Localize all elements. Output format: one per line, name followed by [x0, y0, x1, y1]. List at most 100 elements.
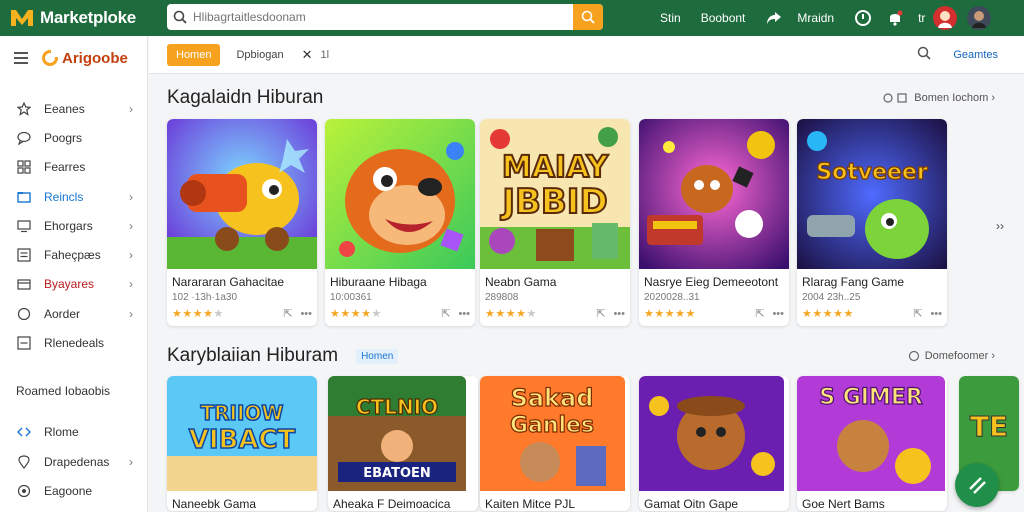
star-icon: ★	[685, 308, 696, 320]
user-avatar[interactable]	[967, 6, 992, 30]
settings-icon	[16, 483, 32, 499]
game-card[interactable]: Sakad Ganles Kaiten Mitce PJL	[480, 376, 630, 511]
top-bar: Marketploke Stin Boobont Mraidn tr	[0, 0, 1024, 36]
sidebar-item-label: Byayares	[44, 277, 95, 292]
chevron-right-icon: ›	[129, 189, 133, 204]
star-icon: ★	[802, 308, 813, 320]
sidebar-brand-icon	[42, 50, 58, 66]
sidebar-item-fahecpaes[interactable]: Faheçpæs ›	[0, 240, 147, 269]
game-card[interactable]: Narararan Gahacitae 102 ·13h·1a30 ★★★★★ …	[167, 119, 317, 326]
card-footer: ★★★★★ ⇱ •••	[480, 303, 630, 326]
star-icon: ★	[675, 308, 686, 320]
more-icon[interactable]: •••	[300, 308, 312, 320]
carousel-next-button[interactable]: ››	[996, 219, 1004, 233]
sidebar-item-aorder[interactable]: Aorder ›	[0, 299, 147, 328]
hamburger-icon[interactable]	[14, 49, 28, 67]
share-card-icon[interactable]: ⇱	[441, 307, 450, 320]
folder-icon	[16, 189, 32, 205]
card-title: Gamat Oitn Gape	[644, 497, 739, 511]
search-icon[interactable]	[917, 46, 931, 65]
top-link-tr[interactable]: tr	[918, 11, 925, 25]
search-input[interactable]	[193, 4, 573, 30]
top-link-boobont[interactable]: Boobont	[701, 11, 746, 25]
game-card[interactable]: Gamat Oitn Gape	[639, 376, 789, 511]
section-badge[interactable]: Homen	[356, 348, 399, 364]
more-icon[interactable]: •••	[458, 308, 470, 320]
section-more-label: Bomen Iochom ›	[914, 92, 995, 104]
sidebar-item-byayares[interactable]: Byayares ›	[0, 270, 147, 299]
game-card[interactable]: Sotveeer Rlarag Fang Game 2004 23h..25 ★…	[797, 119, 947, 326]
sidebar-item-label: Faheçpæs	[44, 248, 101, 263]
sidebar-item-ehorgars[interactable]: Ehorgars ›	[0, 211, 147, 240]
game-thumbnail	[325, 119, 475, 269]
game-card[interactable]: S GIMER Goe Nert Bams	[797, 376, 947, 511]
sidebar-brand: Arigoobe	[62, 49, 128, 67]
search-button[interactable]	[573, 4, 603, 30]
location-icon	[16, 454, 32, 470]
section-more-link[interactable]: Domefoomer ›	[908, 350, 995, 362]
share-card-icon[interactable]: ⇱	[755, 307, 764, 320]
card-meta: 289808	[485, 292, 519, 303]
box-icon	[16, 276, 32, 292]
sidebar-item-label: Eeanes	[44, 101, 85, 116]
share-icon[interactable]	[765, 9, 783, 27]
game-card[interactable]: Hiburaane Hibaga 10:00361 ★★★★★ ⇱ •••	[325, 119, 475, 326]
sidebar-item-rlenedeals[interactable]: Rlenedeals	[0, 328, 147, 357]
avatar[interactable]	[933, 6, 958, 30]
card-footer: ★★★★★ ⇱ •••	[325, 303, 475, 326]
sidebar-item-poogrs[interactable]: Poogrs	[0, 123, 147, 152]
share-card-icon[interactable]: ⇱	[913, 307, 922, 320]
more-icon[interactable]: •••	[930, 308, 942, 320]
more-icon[interactable]: •••	[772, 308, 784, 320]
sidebar-item-label: Ehorgars	[44, 218, 93, 233]
art-title-line-2: JBBID	[500, 182, 607, 222]
sidebar-item-label: Reincls	[44, 189, 84, 204]
card-title: Hiburaane Hibaga	[330, 275, 427, 289]
star-icon: ★	[340, 308, 351, 320]
card-meta: 102 ·13h·1a30	[172, 292, 238, 303]
tab-home[interactable]: Homen	[167, 43, 221, 66]
share-card-icon[interactable]: ⇱	[596, 307, 605, 320]
section-more-link[interactable]: Bomen Iochom ›	[883, 92, 995, 104]
games-link[interactable]: Geamtes	[953, 49, 998, 61]
sidebar-item-label: Fearres	[44, 160, 86, 175]
top-link-mraidn[interactable]: Mraidn	[797, 11, 834, 25]
bell-icon[interactable]	[886, 9, 904, 27]
sidebar-item-reincls[interactable]: Reincls ›	[0, 182, 147, 211]
sidebar-item-drapedenas[interactable]: Drapedenas ›	[0, 447, 147, 476]
section-title: Karyblaiian Hiburam	[167, 345, 339, 366]
close-icon[interactable]: ✕	[302, 47, 313, 63]
search-icon	[167, 10, 193, 24]
sidebar-item-eagoone[interactable]: Eagoone	[0, 476, 147, 505]
sidebar-item-eeanes[interactable]: Eeanes ›	[0, 94, 147, 123]
sidebar-item-label: Rlenedeals	[44, 336, 105, 351]
game-card[interactable]: CTLNIO EBATOEN Aheaka F Deimoacica	[328, 376, 478, 511]
game-card[interactable]: Nasrye Eieg Demeeotont 2020028..31 ★★★★★…	[639, 119, 789, 326]
search-bar[interactable]	[167, 4, 603, 30]
star-icon: ★	[371, 308, 382, 320]
art-title-line-2: EBATOEN	[363, 466, 431, 481]
game-thumbnail: MAIAY JBBID	[480, 119, 630, 269]
art-title-line-2: VIBACT	[189, 425, 296, 455]
card-meta: 2020028..31	[644, 292, 700, 303]
tab-bar: Homen Dpbiogan ✕ 1l Geamtes	[149, 36, 1024, 74]
card-title: Naneebk Gama	[172, 497, 257, 511]
main-content: Kagalaidn Hiburan Bomen Iochom › Nararar…	[149, 75, 1024, 512]
monitor-icon	[16, 218, 32, 234]
game-card[interactable]: TRIIOW VIBACT Naneebk Gama	[167, 376, 317, 511]
star-rating: ★★★★★	[330, 307, 433, 320]
sidebar-item-label: Eagoone	[44, 483, 93, 498]
tab-dpbiogan[interactable]: Dpbiogan	[236, 49, 283, 61]
top-link-stin[interactable]: Stin	[660, 11, 681, 25]
star-icon: ★	[654, 308, 665, 320]
share-card-icon[interactable]: ⇱	[283, 307, 292, 320]
top-nav: Stin Boobont Mraidn tr	[660, 0, 1001, 36]
brand[interactable]: Marketploke	[0, 8, 160, 28]
more-icon[interactable]: •••	[613, 308, 625, 320]
fab-button[interactable]	[955, 463, 999, 507]
sidebar-item-rlome[interactable]: Rlome	[0, 418, 147, 447]
game-card[interactable]: MAIAY JBBID Neabn Gama 289808 ★★★★★ ⇱ ••…	[480, 119, 630, 326]
help-icon[interactable]	[854, 9, 872, 27]
art-title-line-1: Sakad	[511, 384, 594, 412]
sidebar-item-fearres[interactable]: Fearres	[0, 153, 147, 182]
